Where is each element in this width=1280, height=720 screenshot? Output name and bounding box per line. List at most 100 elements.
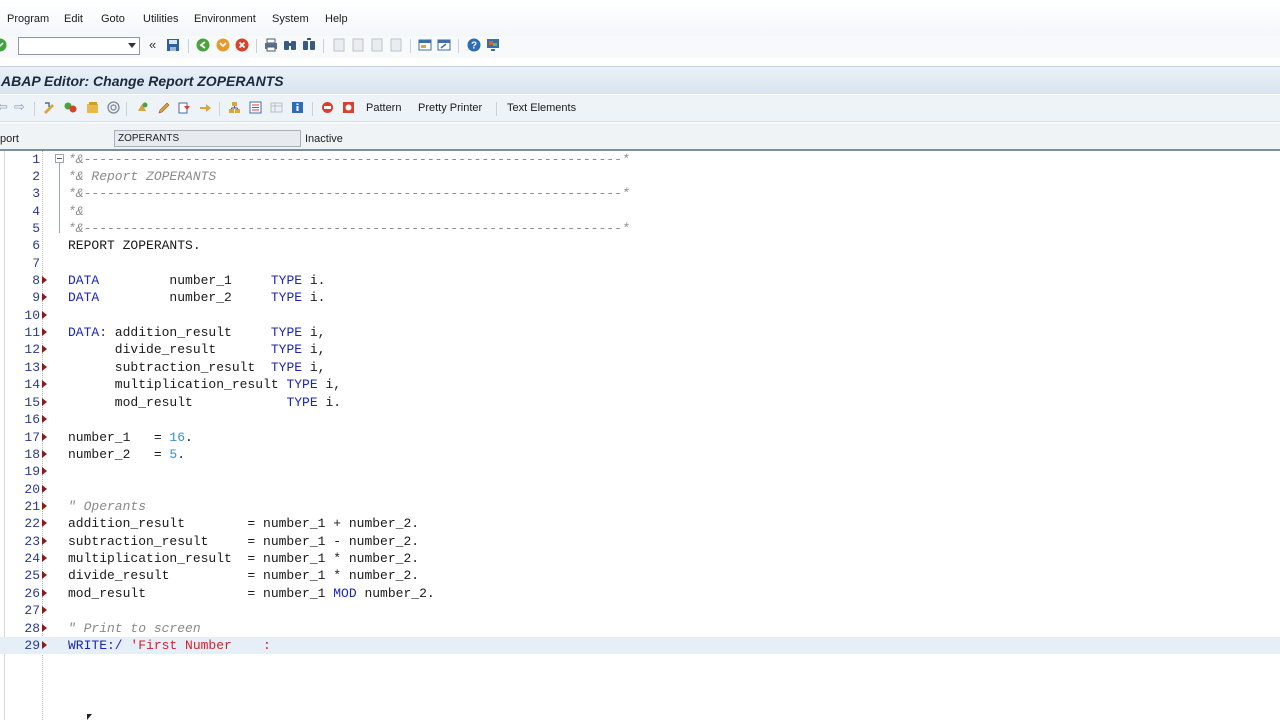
session-breakpoint-icon[interactable] bbox=[342, 101, 355, 114]
breakpoint-marker-icon[interactable] bbox=[42, 485, 47, 493]
report-label: port bbox=[0, 133, 19, 145]
code-line[interactable]: 15 mod_result TYPE i. bbox=[0, 394, 1280, 411]
code-line[interactable]: 4 *& bbox=[0, 203, 1280, 220]
breakpoint-marker-icon[interactable] bbox=[42, 328, 47, 336]
menu-help[interactable]: Help bbox=[325, 13, 348, 25]
breakpoint-marker-icon[interactable] bbox=[42, 311, 47, 319]
breakpoint-marker-icon[interactable] bbox=[42, 589, 47, 597]
code-line[interactable]: 22 addition_result = number_1 + number_2. bbox=[0, 515, 1280, 532]
breakpoint-marker-icon[interactable] bbox=[42, 380, 47, 388]
menu-goto[interactable]: Goto bbox=[101, 13, 125, 25]
other-object-icon[interactable] bbox=[86, 101, 99, 114]
pencil-icon[interactable] bbox=[157, 101, 170, 114]
menu-environment[interactable]: Environment bbox=[194, 13, 256, 25]
enhancement-icon[interactable] bbox=[249, 101, 262, 114]
code-line[interactable]: 18 number_2 = 5. bbox=[0, 446, 1280, 463]
forward-arrow-icon[interactable]: ⇨ bbox=[14, 99, 25, 115]
info-icon[interactable] bbox=[291, 101, 304, 114]
breakpoint-marker-icon[interactable] bbox=[42, 519, 47, 527]
code-line[interactable]: 28 " Print to screen bbox=[0, 620, 1280, 637]
exit-icon[interactable] bbox=[216, 38, 230, 52]
code-line[interactable]: 8 DATA number_1 TYPE i. bbox=[0, 272, 1280, 289]
back-arrow-icon[interactable]: ⇦ bbox=[0, 99, 8, 115]
help-icon[interactable]: ? bbox=[467, 38, 481, 52]
menu-bar: Program Edit Goto Utilities Environment … bbox=[0, 0, 1280, 36]
code-line[interactable]: 17 number_1 = 16. bbox=[0, 429, 1280, 446]
breakpoint-marker-icon[interactable] bbox=[42, 537, 47, 545]
code-line[interactable]: 3 *&-------------------------------------… bbox=[0, 185, 1280, 202]
command-field[interactable] bbox=[18, 37, 140, 55]
check-syntax-icon[interactable] bbox=[107, 101, 120, 114]
code-line[interactable]: 12 divide_result TYPE i, bbox=[0, 341, 1280, 358]
code-line[interactable]: 11 DATA: addition_result TYPE i, bbox=[0, 324, 1280, 341]
text-elements-button[interactable]: Text Elements bbox=[507, 102, 576, 114]
pattern-button[interactable]: Pattern bbox=[366, 102, 401, 114]
chevron-down-icon[interactable] bbox=[128, 43, 136, 48]
code-line[interactable]: 19 bbox=[0, 463, 1280, 480]
breakpoint-marker-icon[interactable] bbox=[42, 571, 47, 579]
enter-check-icon[interactable] bbox=[0, 38, 7, 52]
code-line[interactable]: 10 bbox=[0, 307, 1280, 324]
breakpoint-marker-icon[interactable] bbox=[42, 345, 47, 353]
save-icon[interactable] bbox=[166, 38, 180, 52]
line-number: 5 bbox=[32, 221, 40, 236]
code-text: mod_result = number_1 MOD number_2. bbox=[68, 586, 435, 601]
code-line[interactable]: 25 divide_result = number_1 * number_2. bbox=[0, 567, 1280, 584]
code-line[interactable]: 6 REPORT ZOPERANTS. bbox=[0, 237, 1280, 254]
code-line[interactable]: 23 subtraction_result = number_1 - number… bbox=[0, 533, 1280, 550]
mouse-pointer-icon bbox=[87, 714, 92, 720]
breakpoint-marker-icon[interactable] bbox=[42, 363, 47, 371]
print-icon[interactable] bbox=[264, 38, 278, 52]
menu-system[interactable]: System bbox=[272, 13, 309, 25]
breakpoint-icon[interactable] bbox=[321, 101, 334, 114]
code-line[interactable]: 2 *& Report ZOPERANTS bbox=[0, 168, 1280, 185]
breakpoint-marker-icon[interactable] bbox=[42, 398, 47, 406]
create-session-icon[interactable] bbox=[418, 38, 432, 52]
code-line[interactable]: 7 bbox=[0, 255, 1280, 272]
find-next-icon[interactable] bbox=[302, 38, 316, 52]
shortcut-icon[interactable] bbox=[437, 38, 451, 52]
code-line[interactable]: 26 mod_result = number_1 MOD number_2. bbox=[0, 585, 1280, 602]
code-line[interactable]: 21 " Operants bbox=[0, 498, 1280, 515]
code-line[interactable]: 14 multiplication_result TYPE i, bbox=[0, 376, 1280, 393]
code-line[interactable]: 16 bbox=[0, 411, 1280, 428]
breakpoint-marker-icon[interactable] bbox=[42, 433, 47, 441]
code-line[interactable]: 13 subtraction_result TYPE i, bbox=[0, 359, 1280, 376]
breakpoint-marker-icon[interactable] bbox=[42, 293, 47, 301]
code-line[interactable]: 24 multiplication_result = number_1 * num… bbox=[0, 550, 1280, 567]
breakpoint-marker-icon[interactable] bbox=[42, 467, 47, 475]
customize-layout-icon[interactable] bbox=[486, 38, 500, 52]
find-icon[interactable] bbox=[283, 38, 297, 52]
breakpoint-marker-icon[interactable] bbox=[42, 502, 47, 510]
breakpoint-marker-icon[interactable] bbox=[42, 554, 47, 562]
breakpoint-marker-icon[interactable] bbox=[42, 415, 47, 423]
breakpoint-marker-icon[interactable] bbox=[42, 624, 47, 632]
fold-toggle-icon[interactable] bbox=[55, 154, 64, 163]
breakpoint-marker-icon[interactable] bbox=[42, 450, 47, 458]
breakpoint-marker-icon[interactable] bbox=[42, 276, 47, 284]
separator bbox=[188, 39, 189, 53]
code-line[interactable]: 9 DATA number_2 TYPE i. bbox=[0, 289, 1280, 306]
activate-icon[interactable] bbox=[136, 101, 149, 114]
active-inactive-icon[interactable] bbox=[64, 101, 77, 114]
code-line[interactable]: 20 bbox=[0, 481, 1280, 498]
menu-program[interactable]: Program bbox=[7, 13, 49, 25]
cancel-icon[interactable] bbox=[235, 38, 249, 52]
display-change-icon[interactable] bbox=[43, 101, 56, 114]
menu-utilities[interactable]: Utilities bbox=[143, 13, 178, 25]
pretty-printer-button[interactable]: Pretty Printer bbox=[418, 102, 482, 114]
code-editor[interactable]: 1 *&-------------------------------------… bbox=[0, 151, 1280, 720]
breakpoint-marker-icon[interactable] bbox=[42, 641, 47, 649]
menu-edit[interactable]: Edit bbox=[64, 13, 83, 25]
breakpoint-marker-icon[interactable] bbox=[42, 606, 47, 614]
back-icon[interactable] bbox=[196, 38, 210, 52]
code-line-current[interactable]: 29 WRITE:/ 'First Number : bbox=[0, 637, 1280, 654]
code-text: number_2 = 5. bbox=[68, 447, 186, 462]
navigation-window-icon[interactable] bbox=[228, 101, 241, 114]
collapse-double-arrow-icon[interactable]: « bbox=[149, 37, 156, 52]
where-used-icon[interactable] bbox=[178, 101, 191, 114]
code-line[interactable]: 27 bbox=[0, 602, 1280, 619]
code-line[interactable]: 1 *&-------------------------------------… bbox=[0, 151, 1280, 168]
code-line[interactable]: 5 *&-------------------------------------… bbox=[0, 220, 1280, 237]
object-list-icon[interactable] bbox=[199, 101, 212, 114]
